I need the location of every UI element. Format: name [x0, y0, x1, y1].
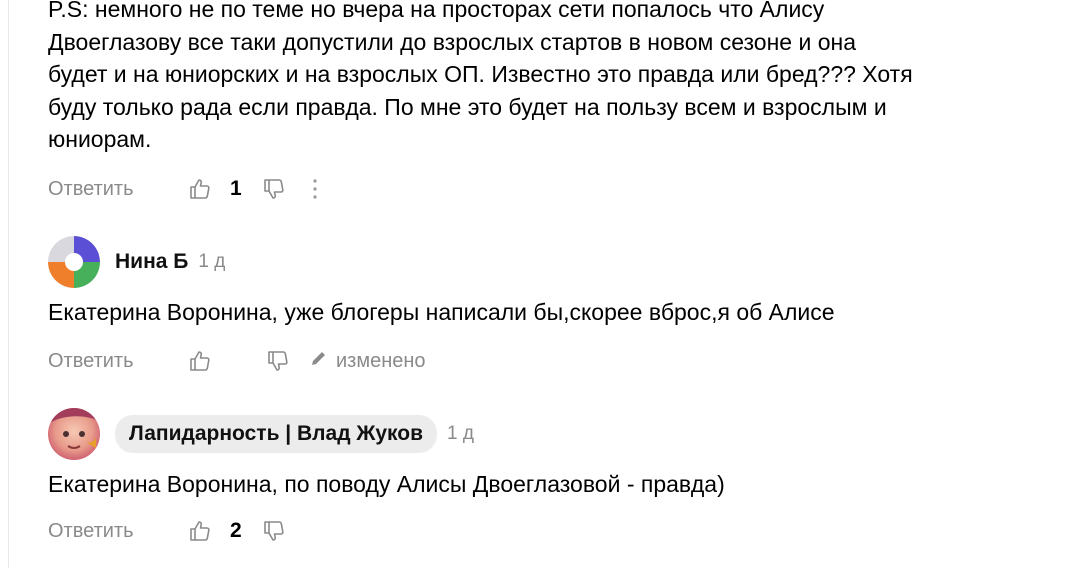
comment-text: Екатерина Воронина, по поводу Алисы Двое… — [48, 471, 725, 497]
comment-age: 1 д — [198, 251, 226, 272]
avatar[interactable] — [48, 408, 100, 460]
thumbs-down-icon[interactable] — [262, 177, 286, 201]
author-name[interactable]: Лапидарность | Влад Жуков — [115, 415, 437, 453]
thread-indent-line — [8, 0, 9, 568]
comment-actions: Ответить изменено — [48, 346, 426, 376]
thumbs-up-icon[interactable] — [188, 177, 212, 201]
thumbs-up-icon[interactable] — [188, 519, 212, 543]
like-count: 2 — [230, 519, 242, 542]
author-name[interactable]: Нина Б — [115, 250, 188, 274]
thumbs-down-icon[interactable] — [262, 519, 286, 543]
reply-button[interactable]: Ответить — [48, 178, 188, 201]
edited-label: изменено — [336, 349, 426, 372]
comment-actions: Ответить 2 — [48, 516, 286, 546]
avatar[interactable] — [48, 236, 100, 288]
reply-button[interactable]: Ответить — [48, 350, 188, 373]
comment-header: Лапидарность | Влад Жуков 1 д — [48, 408, 474, 460]
like-count: 1 — [230, 177, 242, 200]
edited-indicator: изменено — [310, 349, 426, 373]
comment-actions: Ответить 1 — [48, 174, 318, 204]
more-options-icon[interactable] — [312, 178, 318, 200]
thumbs-down-icon[interactable] — [266, 349, 290, 373]
comment-age: 1 д — [447, 423, 474, 444]
thumbs-up-icon[interactable] — [188, 349, 212, 373]
comment-text: Екатерина Воронина, уже блогеры написали… — [48, 299, 835, 325]
pencil-icon — [310, 349, 336, 373]
comment-header: Нина Б 1 д — [48, 236, 225, 288]
reply-button[interactable]: Ответить — [48, 520, 188, 543]
comment-text: P.S: немного не по теме но вчера на прос… — [48, 0, 913, 152]
